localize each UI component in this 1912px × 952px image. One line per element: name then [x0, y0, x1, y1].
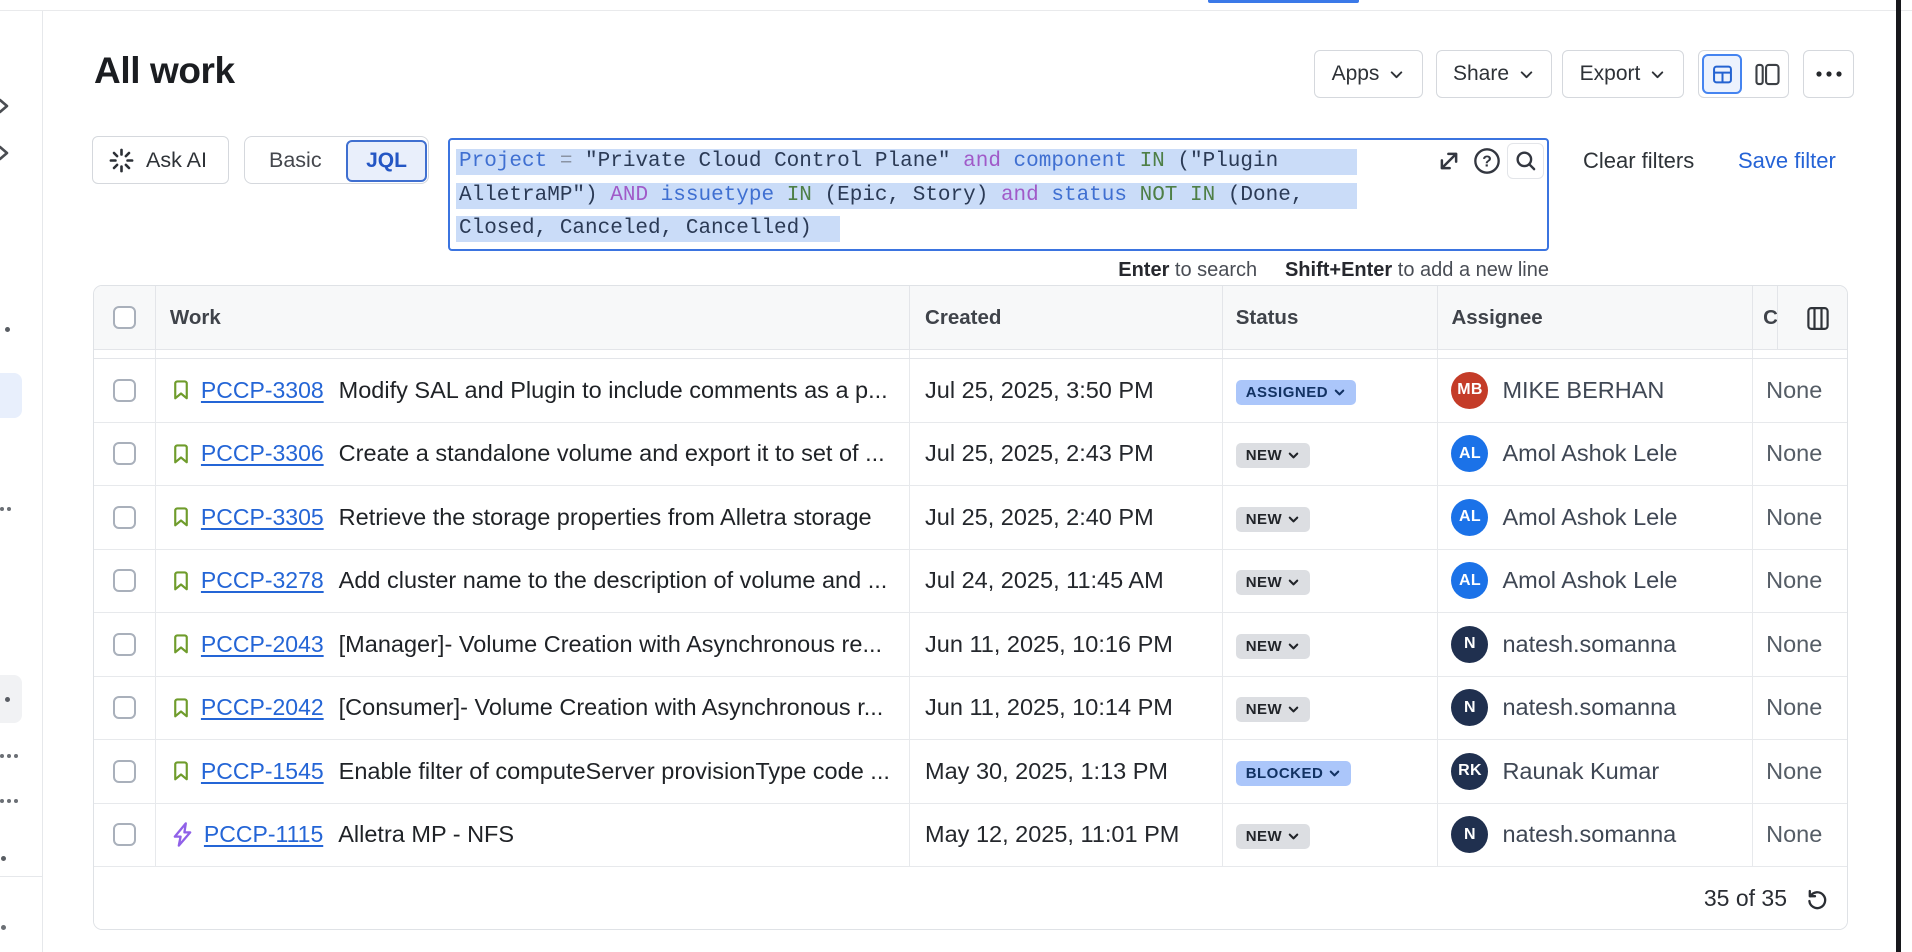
- svg-text:?: ?: [1482, 153, 1492, 170]
